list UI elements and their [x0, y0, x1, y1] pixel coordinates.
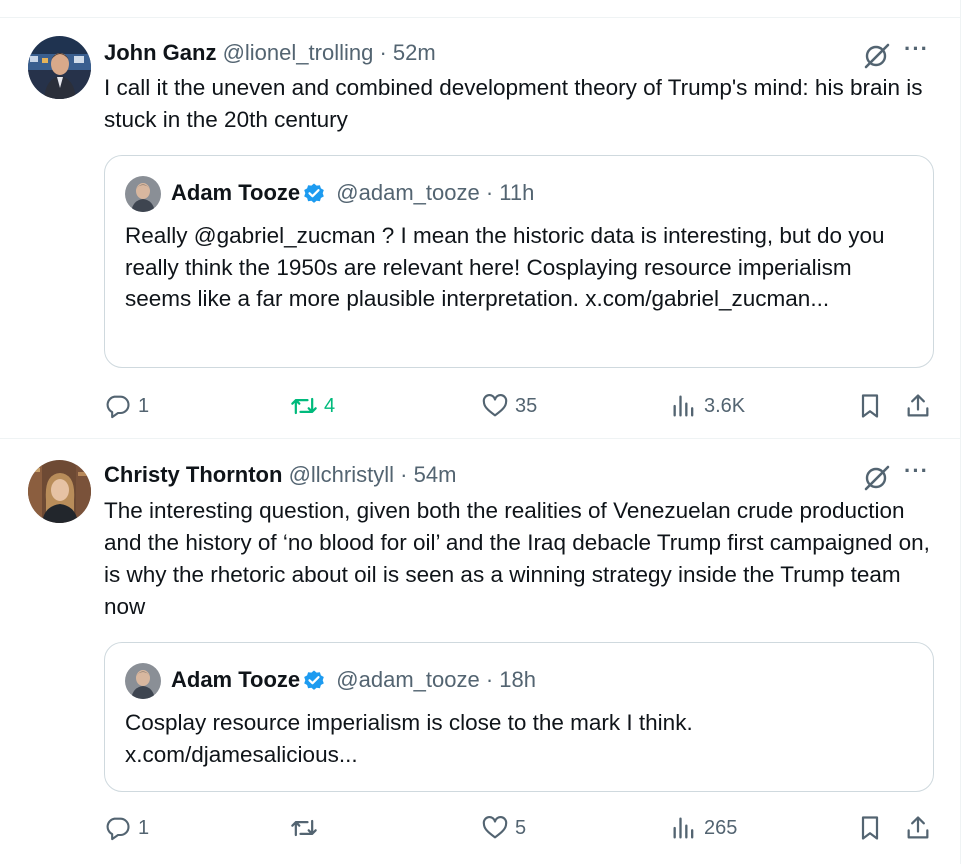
like-count: 5 [515, 816, 527, 839]
timestamp: 11h [499, 180, 535, 205]
tweet-text: The interesting question, given both the… [104, 498, 930, 619]
bookmark-icon [861, 394, 879, 418]
repost-count: 4 [324, 394, 336, 417]
grok-icon[interactable] [862, 40, 892, 70]
share-icon [907, 394, 929, 417]
reply-button[interactable]: 1 [104, 808, 149, 848]
separator: · [379, 40, 387, 65]
views-button[interactable]: 3.6K [670, 386, 745, 426]
views-button[interactable]: 265 [670, 808, 737, 848]
author-name[interactable]: John Ganz [104, 40, 216, 65]
reply-icon [106, 395, 130, 419]
repost-icon [291, 819, 317, 837]
timestamp[interactable]: 54m [414, 462, 457, 487]
more-icon[interactable]: ··· [904, 458, 936, 488]
quoted-tweet[interactable]: Adam Tooze @adam_tooze · 11h Really @gab… [104, 155, 934, 368]
action-bar: 1 5 265 [0, 808, 960, 848]
bookmark-button[interactable] [856, 808, 890, 848]
reply-count: 1 [138, 816, 150, 839]
like-icon [482, 816, 508, 839]
grok-icon[interactable] [862, 462, 892, 492]
author-handle[interactable]: @lionel_trolling [223, 40, 374, 65]
tweet[interactable]: John Ganz @lionel_trolling · 52m ··· I c… [0, 18, 960, 438]
views-icon [673, 817, 694, 839]
bookmark-icon [861, 816, 879, 840]
like-button[interactable]: 5 [481, 808, 526, 848]
tweet[interactable]: Christy Thornton @llchristyll · 54m ··· … [0, 439, 960, 864]
share-icon [907, 816, 929, 839]
verified-icon [302, 181, 326, 205]
bookmark-button[interactable] [856, 386, 890, 426]
tweet-header: John Ganz @lionel_trolling · 52m [104, 38, 436, 68]
quote-header: Adam Tooze @adam_tooze · 11h [171, 178, 534, 208]
author-name: Adam Tooze [171, 667, 301, 692]
timeline: John Ganz @lionel_trolling · 52m ··· I c… [0, 0, 961, 864]
quoted-tweet[interactable]: Adam Tooze @adam_tooze · 18h Cosplay res… [104, 642, 934, 792]
author-name[interactable]: Christy Thornton [104, 462, 282, 487]
share-button[interactable] [904, 808, 938, 848]
tweet-text: I call it the uneven and combined develo… [104, 75, 923, 132]
avatar [125, 176, 161, 212]
repost-icon [291, 397, 317, 415]
separator: · [400, 462, 408, 487]
action-bar: 1 4 35 3.6K [0, 386, 960, 426]
timestamp[interactable]: 52m [393, 40, 436, 65]
quote-text: Really @gabriel_zucman ? I mean the hist… [125, 223, 885, 311]
repost-button[interactable] [290, 808, 324, 848]
avatar[interactable] [28, 460, 91, 523]
views-icon [673, 395, 694, 417]
reply-count: 1 [138, 394, 150, 417]
author-handle: @adam_tooze [336, 180, 480, 205]
repost-button[interactable]: 4 [290, 386, 335, 426]
reply-button[interactable]: 1 [104, 386, 149, 426]
avatar [125, 663, 161, 699]
author-handle: @adam_tooze [336, 667, 480, 692]
view-count: 265 [704, 816, 738, 839]
author-handle[interactable]: @llchristyll [289, 462, 394, 487]
like-button[interactable]: 35 [481, 386, 537, 426]
reply-icon [106, 817, 130, 841]
quote-text: Cosplay resource imperialism is close to… [125, 710, 693, 767]
view-count: 3.6K [704, 394, 746, 417]
tweet-header: Christy Thornton @llchristyll · 54m [104, 460, 456, 490]
like-count: 35 [515, 394, 538, 417]
verified-icon [302, 668, 326, 692]
timestamp: 18h [499, 667, 536, 692]
separator: · [485, 180, 494, 205]
quote-header: Adam Tooze @adam_tooze · 18h [171, 665, 536, 695]
separator: · [485, 667, 494, 692]
author-name: Adam Tooze [171, 180, 301, 205]
avatar[interactable] [28, 36, 91, 99]
like-icon [482, 394, 508, 417]
more-icon[interactable]: ··· [904, 36, 936, 66]
share-button[interactable] [904, 386, 938, 426]
